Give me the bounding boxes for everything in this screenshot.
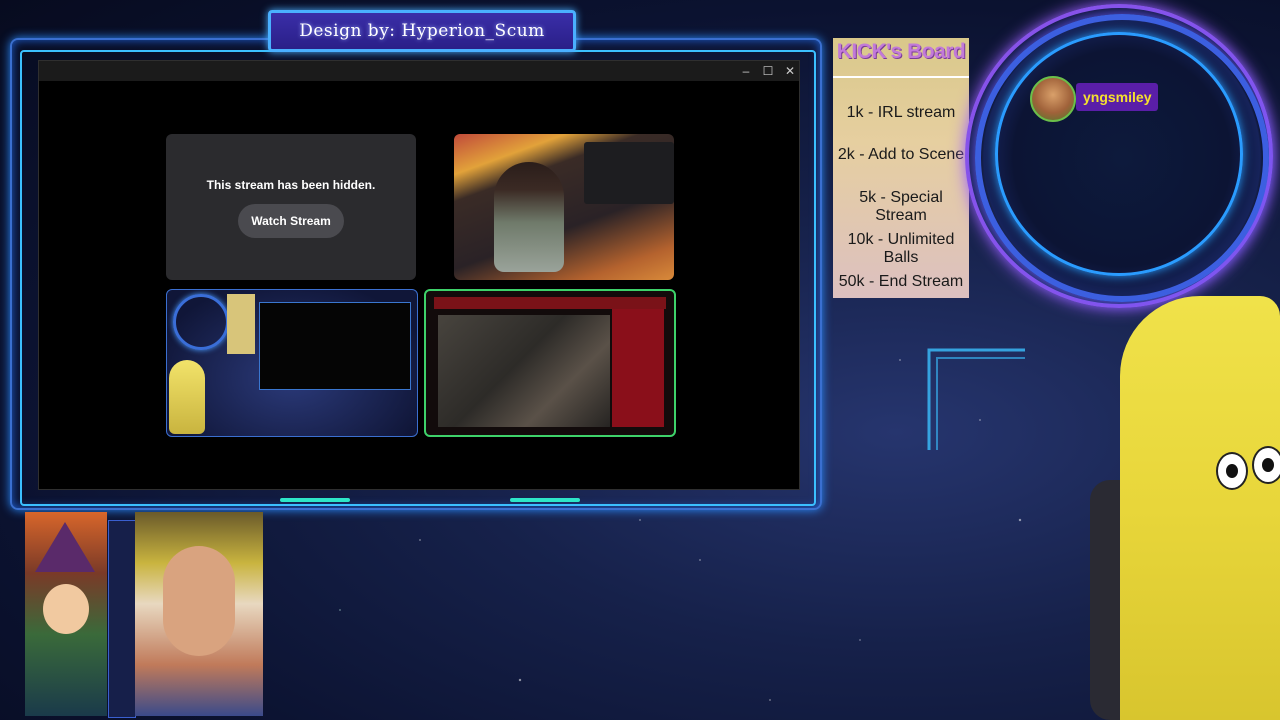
googly-eye-left	[1216, 452, 1248, 490]
chat-user-avatar	[1030, 76, 1076, 122]
minimize-icon[interactable]: –	[735, 61, 757, 81]
pupil	[1226, 464, 1238, 478]
face	[163, 546, 235, 656]
webcam-stream-tile[interactable]	[454, 134, 674, 280]
design-credit-banner: Design by: Hyperion_Scum	[268, 10, 576, 52]
frame-accent-left	[280, 498, 350, 502]
game-viewport	[438, 315, 610, 427]
face-webcam	[135, 512, 263, 716]
gameplay-stream-tile[interactable]	[424, 289, 676, 437]
frame-accent-right	[510, 498, 580, 502]
overlay-stream-tile[interactable]	[166, 289, 418, 437]
mini-portal	[173, 294, 229, 350]
hidden-stream-tile: This stream has been hidden. Watch Strea…	[166, 134, 416, 280]
pupil	[1262, 458, 1274, 472]
kick-board-title: KICK's Board	[836, 40, 966, 63]
googly-eye-right	[1252, 446, 1280, 484]
kick-board-divider	[833, 76, 969, 78]
maximize-icon[interactable]: ☐	[757, 61, 779, 81]
portal-inner-ring	[995, 32, 1243, 276]
kick-board-item: 2k - Add to Scene	[837, 146, 965, 163]
streamer-figure	[494, 162, 564, 272]
banana-costume-streamer	[1120, 296, 1280, 720]
kick-board-item: 50k - End Stream	[838, 273, 964, 290]
witch-face	[43, 584, 89, 634]
stream-window: – ☐ ✕ This stream has been hidden. Watch…	[38, 60, 800, 490]
kick-board: KICK's Board 1k - IRL stream 2k - Add to…	[833, 38, 969, 298]
kick-board-item: 1k - IRL stream	[846, 104, 956, 121]
close-icon[interactable]: ✕	[779, 61, 801, 81]
game-chat-panel	[612, 309, 664, 427]
window-titlebar: – ☐ ✕	[39, 61, 799, 81]
kick-board-item: 10k - Unlimited Balls	[847, 231, 955, 266]
watch-stream-button[interactable]: Watch Stream	[238, 204, 344, 238]
mini-window-preview	[259, 302, 411, 390]
game-top-bar	[434, 297, 666, 309]
chat-username: yngsmiley	[1076, 83, 1159, 111]
witch-avatar-cam	[25, 512, 107, 716]
witch-hat	[35, 522, 95, 572]
hidden-stream-message: This stream has been hidden.	[206, 178, 376, 192]
corner-bracket-decoration	[927, 348, 1025, 450]
mini-board	[227, 294, 255, 354]
background-monitor	[584, 142, 674, 204]
cam-divider-panel	[108, 520, 136, 718]
mini-banana-figure	[169, 360, 205, 434]
kick-board-item: 5k - Special Stream	[859, 189, 943, 224]
